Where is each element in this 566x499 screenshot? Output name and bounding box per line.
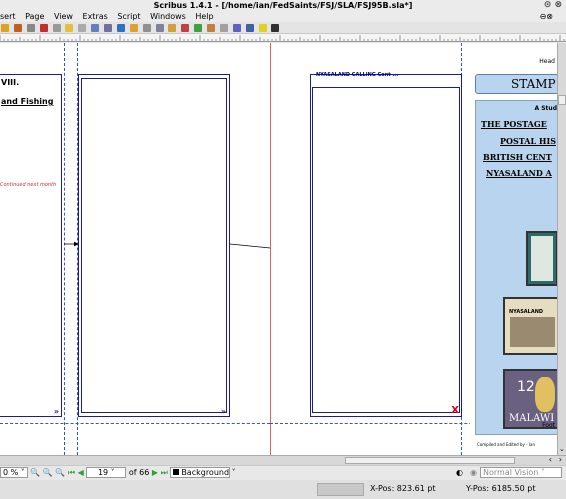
copy-icon[interactable]: [39, 24, 48, 32]
close-icon[interactable]: ⊗: [554, 0, 562, 10]
eyedropper-icon[interactable]: [232, 24, 241, 32]
zoom-out-icon[interactable]: 🔍: [30, 468, 40, 477]
vertical-scrollbar[interactable]: ⌄: [557, 43, 566, 455]
edit-text-icon[interactable]: [181, 24, 190, 32]
eye-icon[interactable]: ◉: [470, 466, 477, 480]
zoom-icon[interactable]: [168, 24, 177, 32]
menu-script[interactable]: Script: [117, 12, 140, 21]
inner-frame: [312, 87, 460, 413]
x-position: X-Pos: 823.61 pt: [370, 484, 436, 493]
cover-title-line: THE POSTAGE: [481, 119, 547, 129]
line-icon[interactable]: [104, 24, 112, 32]
text-frame-icon[interactable]: [65, 24, 74, 32]
toolbar: [0, 22, 566, 34]
paste-icon[interactable]: [52, 24, 61, 32]
text-frame-continued[interactable]: NYASALAND CALLING Cont ... X: [310, 72, 462, 417]
measure-icon[interactable]: [219, 24, 228, 32]
first-page-icon[interactable]: ⏮: [68, 468, 75, 477]
continued-heading: NYASALAND CALLING Cont ...: [316, 72, 399, 78]
banner[interactable]: STAMP: [475, 74, 557, 94]
horizontal-ruler[interactable]: [0, 34, 566, 42]
pdf-icon[interactable]: [245, 24, 254, 32]
scroll-thumb[interactable]: [345, 457, 515, 464]
undo-icon[interactable]: [1, 24, 9, 32]
cover-panel[interactable]: A Stud THE POSTAGE POSTAL HIS BRITISH CE…: [475, 100, 558, 447]
progress-box: [317, 483, 364, 496]
study-text: A Stud: [534, 105, 558, 112]
stamp-image-inner: [531, 236, 553, 281]
cut-icon[interactable]: [26, 24, 35, 32]
title-bar: Scribus 1.4.1 - [/home/ian/FedSaints/FSJ…: [0, 0, 566, 11]
vision-select[interactable]: Normal Vision ˅: [480, 467, 562, 478]
status-bar: 0 % ˅ 🔍 🔍 🔍 ⏮ ◀ 19 ˅ of 66 ▶ ⏭ Backgroun…: [0, 465, 566, 479]
link-frames-icon[interactable]: [194, 24, 203, 32]
menu-windows[interactable]: Windows: [150, 12, 186, 21]
butterfly-graphic: [535, 377, 555, 412]
bleed-line: [270, 43, 271, 455]
header-text: Head: [539, 58, 555, 65]
mdi-controls[interactable]: ⊖⊗: [540, 11, 553, 22]
unlink-frames-icon[interactable]: [207, 24, 215, 32]
scroll-thumb[interactable]: [558, 95, 566, 105]
bezier-icon[interactable]: [129, 24, 138, 32]
scribus-window: Scribus 1.4.1 - [/home/ian/FedSaints/FSJ…: [0, 0, 566, 499]
last-page-icon[interactable]: ⏭: [161, 468, 168, 477]
shape-icon[interactable]: [91, 24, 100, 32]
menu-bar: sert Page View Extras Script Windows Hel…: [0, 11, 566, 22]
rotate-icon[interactable]: [155, 24, 164, 32]
stamp-value: 12: [517, 379, 535, 395]
stamp-label: NYASALAND: [509, 309, 544, 315]
layer-color-swatch: [173, 469, 180, 475]
cover-title-line: NYASALAND A: [486, 168, 552, 178]
menu-extras[interactable]: Extras: [83, 12, 108, 21]
window-controls: ⊙ ⊗: [544, 0, 562, 11]
page-count: of 66: [128, 468, 150, 477]
y-position: Y-Pos: 6185.50 pt: [466, 484, 536, 493]
previous-page-icon[interactable]: ◀: [78, 468, 84, 477]
delete-marker[interactable]: X: [451, 405, 459, 416]
minimize-icon[interactable]: ⊙: [544, 0, 552, 10]
layer-select[interactable]: Background ˅: [170, 467, 236, 478]
cover-title-line: BRITISH CENT: [483, 152, 552, 162]
menu-insert[interactable]: sert: [0, 12, 16, 21]
ruler-ticks: [0, 35, 565, 41]
stamp-image-3: 12 MALAWI: [503, 369, 557, 429]
freehand-icon[interactable]: [142, 24, 151, 32]
credit-text: Compiled and Edited by - Ian: [477, 442, 536, 447]
menu-view[interactable]: View: [54, 12, 73, 21]
page-cover: Head STAMP A Stud THE POSTAGE POSTAL HIS…: [470, 43, 557, 455]
zoom-select[interactable]: 0 % ˅: [0, 467, 28, 478]
horizontal-scrollbar[interactable]: ‹ ›: [0, 455, 566, 465]
window-title: Scribus 1.4.1 - [/home/ian/FedSaints/FSJ…: [153, 1, 413, 10]
stamp-image-1: [526, 231, 557, 286]
menu-page[interactable]: Page: [25, 12, 44, 21]
footer-text: Foot: [542, 422, 555, 429]
polygon-icon[interactable]: [116, 24, 125, 32]
page-number-select[interactable]: 19 ˅: [86, 467, 127, 478]
position-bar: X-Pos: 823.61 pt Y-Pos: 6185.50 pt: [0, 480, 566, 499]
stamp-picture: [510, 317, 555, 347]
scroll-arrow-icon[interactable]: ‹: [549, 455, 552, 464]
cover-title-line: POSTAL HIS: [500, 136, 556, 146]
menu-help[interactable]: Help: [195, 12, 213, 21]
next-page-icon[interactable]: ▶: [152, 468, 158, 477]
preview-toggle-icon[interactable]: ◐: [456, 466, 463, 480]
zoom-100-icon[interactable]: 🔍: [43, 468, 53, 477]
scroll-arrow-icon[interactable]: ⌄: [559, 446, 565, 453]
pdf-annotation-icon[interactable]: [271, 24, 280, 32]
document-canvas[interactable]: VIII. and Fishing Continued next month »…: [0, 43, 557, 455]
redo-icon[interactable]: [13, 24, 22, 32]
form-field-icon[interactable]: [258, 24, 267, 32]
image-frame-icon[interactable]: [78, 24, 87, 32]
stamp-image-2: NYASALAND: [503, 297, 557, 355]
scroll-arrow-icon[interactable]: ›: [559, 455, 562, 464]
zoom-in-icon[interactable]: 🔍: [55, 468, 65, 477]
